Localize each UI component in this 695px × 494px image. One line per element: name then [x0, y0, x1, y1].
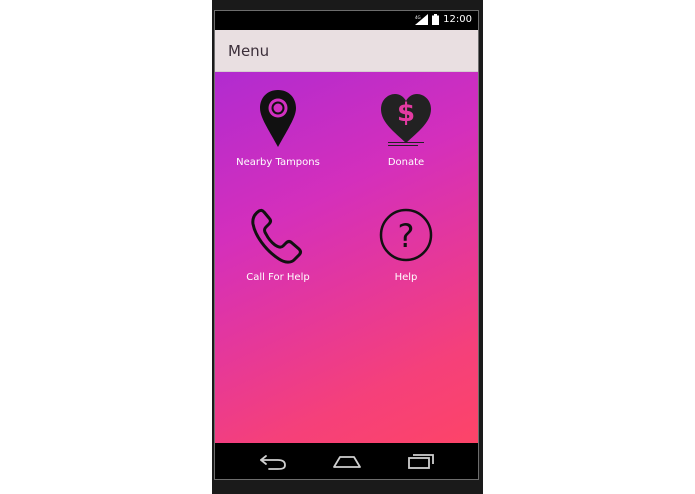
menu-grid: Nearby Tampons $ Donate Call For Help ? … [215, 72, 478, 443]
recents-button[interactable] [405, 450, 437, 472]
recents-icon [408, 454, 434, 469]
map-pin-icon [260, 90, 296, 147]
navigation-bar [215, 443, 478, 479]
phone-device: 4G 12:00 Menu Nearby Tampons $ Donate Ca… [212, 0, 483, 494]
svg-text:$: $ [397, 98, 415, 128]
status-time: 12:00 [443, 14, 472, 25]
menu-item-label: Help [394, 272, 418, 283]
menu-item-help[interactable]: ? Help [351, 202, 461, 302]
menu-item-donate[interactable]: $ Donate [351, 87, 461, 187]
status-icons: 4G 12:00 [415, 14, 472, 25]
signal-icon: 4G [415, 14, 429, 25]
phone-screen: 4G 12:00 Menu Nearby Tampons $ Donate Ca… [214, 10, 479, 480]
menu-item-nearby-tampons[interactable]: Nearby Tampons [223, 87, 333, 187]
heart-dollar-icon: $ [381, 94, 431, 146]
svg-text:4G: 4G [415, 15, 421, 20]
menu-item-label: Nearby Tampons [236, 157, 320, 168]
home-button[interactable] [331, 450, 363, 472]
back-icon [260, 455, 286, 470]
status-bar: 4G 12:00 [215, 11, 478, 30]
menu-item-label: Donate [387, 157, 425, 168]
question-circle-icon: ? [379, 208, 433, 262]
page-title: Menu [228, 42, 270, 60]
battery-icon [432, 14, 440, 25]
menu-item-label: Call For Help [246, 272, 310, 283]
phone-icon [251, 208, 302, 264]
home-icon [333, 456, 361, 468]
menu-item-call-for-help[interactable]: Call For Help [223, 202, 333, 302]
back-button[interactable] [257, 450, 289, 472]
app-bar: Menu [215, 30, 478, 72]
svg-text:?: ? [398, 217, 415, 255]
